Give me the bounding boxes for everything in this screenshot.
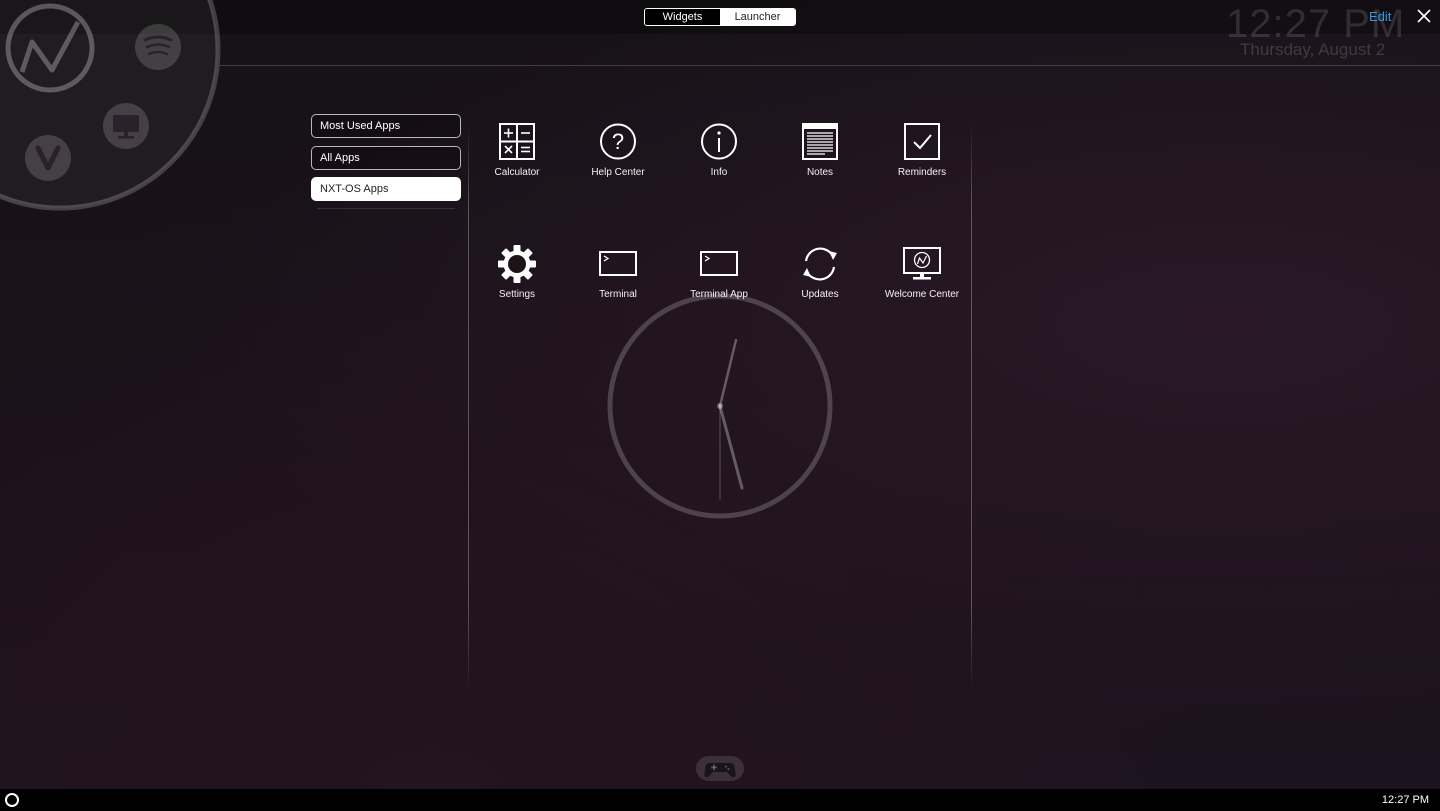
checkbox-icon bbox=[904, 123, 940, 160]
terminal-icon bbox=[700, 251, 738, 276]
app-info[interactable]: Info bbox=[676, 122, 762, 179]
tab-widgets[interactable]: Widgets bbox=[645, 9, 720, 25]
vivaldi-icon[interactable] bbox=[25, 135, 71, 181]
close-icon bbox=[1417, 9, 1431, 23]
app-label: Welcome Center bbox=[884, 289, 960, 300]
app-terminal[interactable]: Terminal bbox=[575, 244, 661, 301]
app-label: Reminders bbox=[897, 167, 947, 178]
app-terminal-app[interactable]: Terminal App bbox=[676, 244, 762, 301]
spotify-icon[interactable] bbox=[135, 24, 181, 70]
taskbar: 12:27 PM bbox=[0, 789, 1440, 811]
tab-launcher[interactable]: Launcher bbox=[720, 9, 795, 25]
minute-hand bbox=[718, 338, 738, 408]
hour-hand bbox=[718, 404, 744, 490]
desktop-clock-date: Thursday, August 2 bbox=[1240, 40, 1386, 59]
calculator-icon bbox=[499, 123, 535, 160]
svg-text:?: ? bbox=[612, 129, 624, 154]
panel-left-divider bbox=[468, 120, 469, 690]
analog-clock-widget bbox=[607, 293, 833, 519]
app-calculator[interactable]: Calculator bbox=[474, 122, 560, 179]
gamepad-button[interactable] bbox=[696, 756, 744, 781]
app-updates[interactable]: Updates bbox=[777, 244, 863, 301]
category-most-used-apps[interactable]: Most Used Apps bbox=[311, 114, 461, 138]
panel-right-divider bbox=[971, 120, 972, 690]
monitor-logo-icon bbox=[903, 247, 941, 280]
app-label: Settings bbox=[498, 289, 536, 300]
info-circle-icon bbox=[701, 123, 737, 160]
start-button[interactable] bbox=[5, 793, 19, 807]
category-divider bbox=[317, 208, 455, 209]
question-circle-icon: ? bbox=[600, 123, 636, 160]
app-label: Terminal App bbox=[690, 289, 748, 300]
monitor-icon[interactable] bbox=[103, 103, 149, 149]
app-label: Calculator bbox=[494, 167, 540, 178]
gamepad-icon bbox=[704, 763, 736, 777]
corner-dock bbox=[0, 0, 221, 211]
header-divider bbox=[220, 65, 1440, 66]
app-notes[interactable]: Notes bbox=[777, 122, 863, 179]
app-reminders[interactable]: Reminders bbox=[879, 122, 965, 179]
app-label: Notes bbox=[806, 167, 834, 178]
close-button[interactable] bbox=[1414, 6, 1434, 26]
app-welcome-center[interactable]: Welcome Center bbox=[879, 244, 965, 301]
terminal-icon bbox=[599, 251, 637, 276]
app-help-center[interactable]: ? Help Center bbox=[575, 122, 661, 179]
edit-button[interactable]: Edit bbox=[1369, 9, 1391, 24]
mode-toggle: Widgets Launcher bbox=[644, 8, 796, 26]
category-all-apps[interactable]: All Apps bbox=[311, 146, 461, 170]
app-label: Updates bbox=[801, 289, 839, 300]
taskbar-clock[interactable]: 12:27 PM bbox=[1382, 794, 1429, 806]
app-label: Info bbox=[710, 167, 728, 178]
notes-icon bbox=[802, 123, 838, 160]
app-label: Terminal bbox=[599, 289, 637, 300]
refresh-icon bbox=[803, 247, 837, 281]
app-label: Help Center bbox=[591, 167, 645, 178]
gear-icon bbox=[498, 245, 536, 283]
category-nxt-os-apps[interactable]: NXT-OS Apps bbox=[311, 177, 461, 201]
app-settings[interactable]: Settings bbox=[474, 244, 560, 301]
